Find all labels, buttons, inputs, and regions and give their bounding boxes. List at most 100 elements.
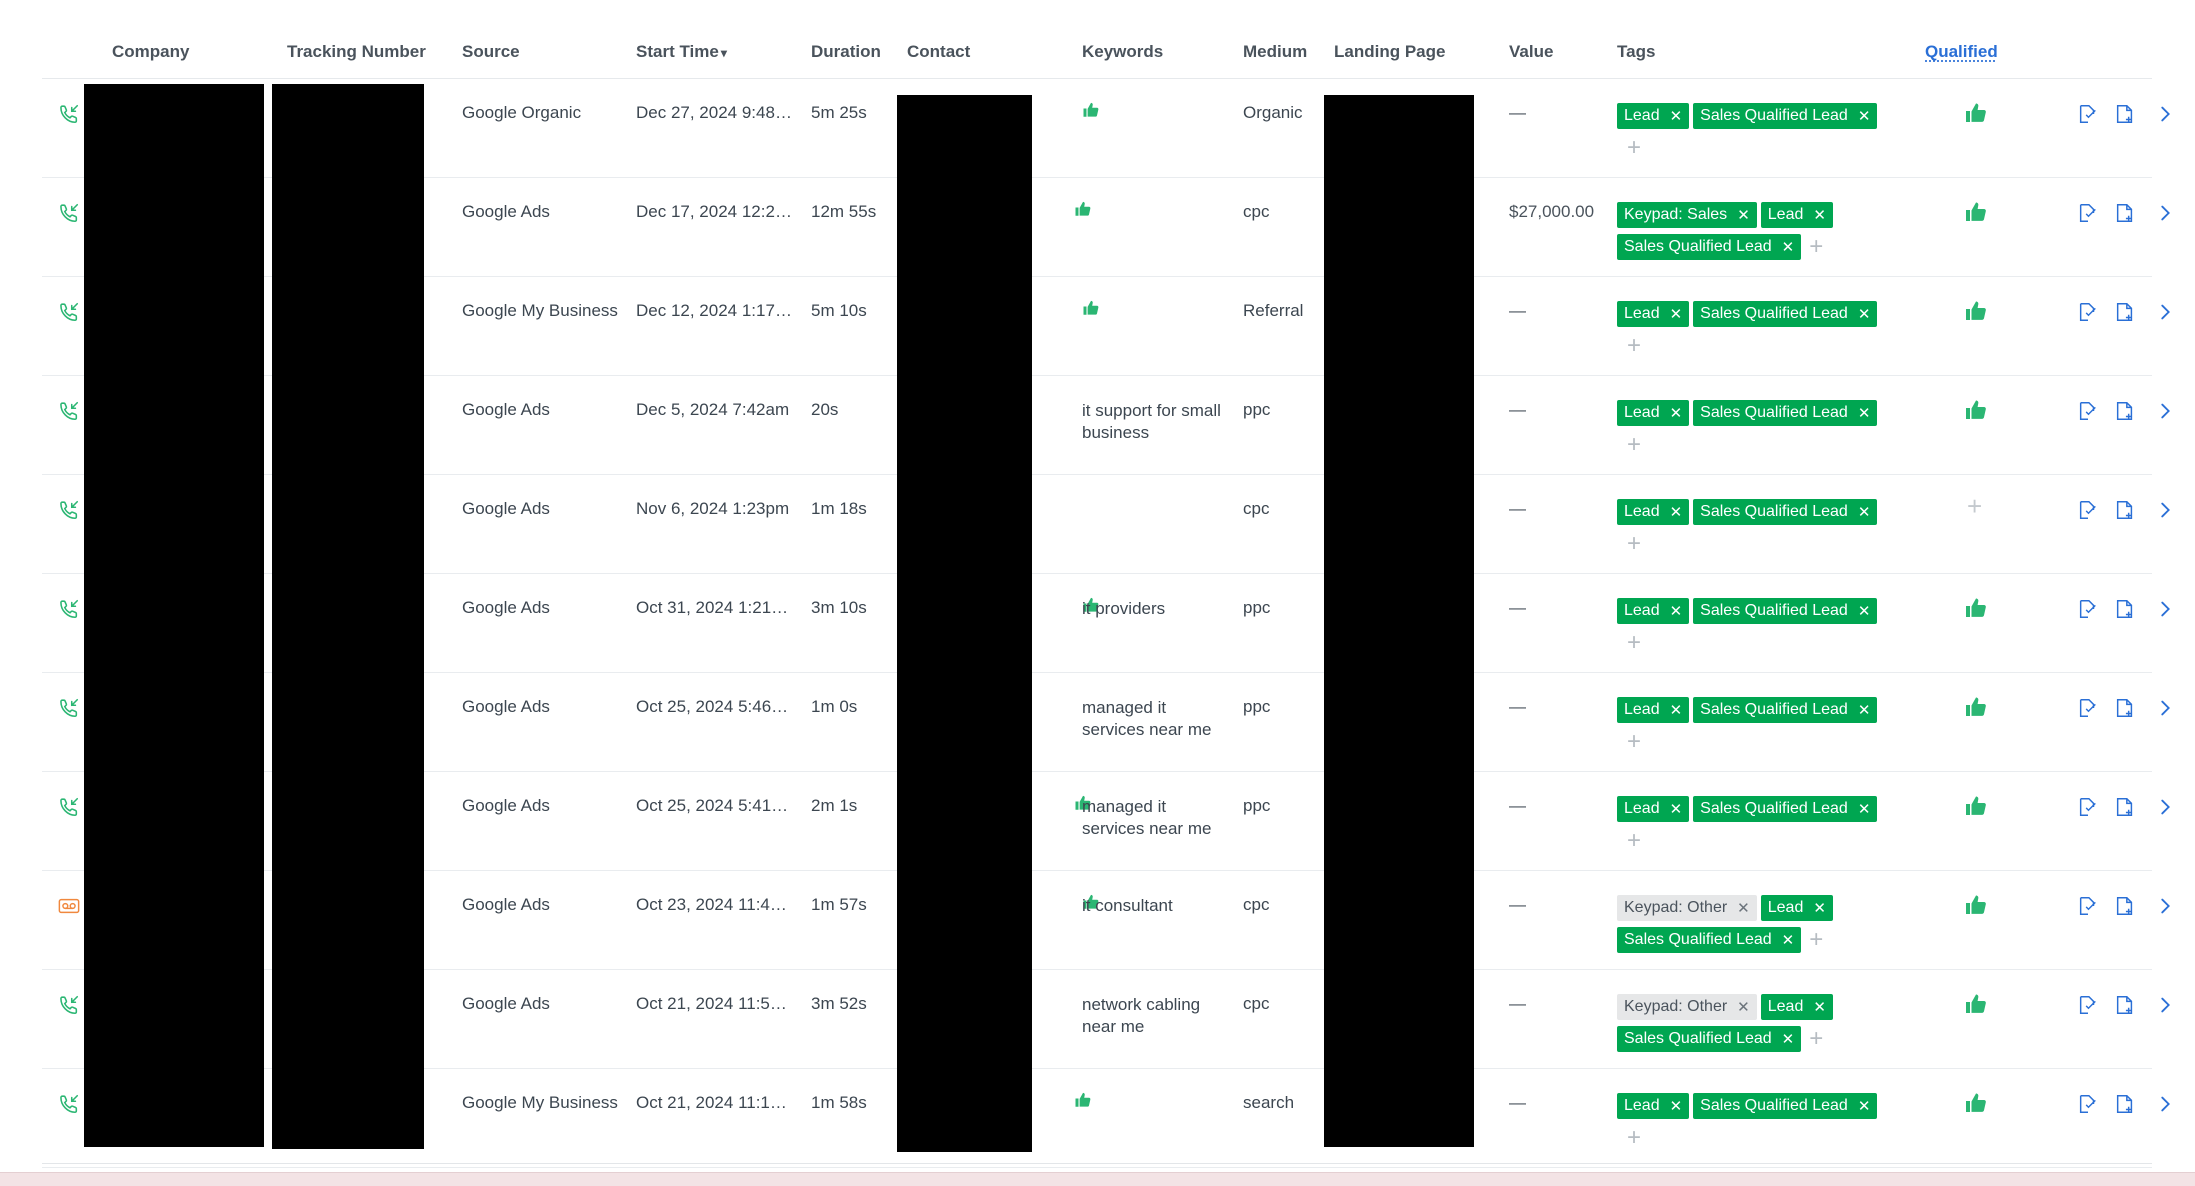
chevron-right-icon[interactable] [2154, 697, 2176, 719]
remove-tag-icon[interactable]: ✕ [1858, 503, 1871, 521]
remove-tag-icon[interactable]: ✕ [1858, 305, 1871, 323]
note-add-icon[interactable] [2114, 796, 2136, 818]
call-answered-icon[interactable] [58, 994, 80, 1016]
chevron-right-icon[interactable] [2154, 895, 2176, 917]
add-tag-icon[interactable]: + [1627, 432, 1907, 458]
edit-icon[interactable] [2077, 796, 2099, 818]
edit-icon[interactable] [2077, 202, 2099, 224]
remove-tag-icon[interactable]: ✕ [1858, 404, 1871, 422]
edit-icon[interactable] [2077, 994, 2099, 1016]
tag-chip[interactable]: Lead ✕ [1617, 697, 1690, 723]
note-add-icon[interactable] [2114, 895, 2136, 917]
edit-icon[interactable] [2077, 895, 2099, 917]
note-add-icon[interactable] [2114, 301, 2136, 323]
col-medium[interactable]: Medium [1243, 42, 1307, 62]
call-answered-icon[interactable] [58, 598, 80, 620]
remove-tag-icon[interactable]: ✕ [1813, 998, 1826, 1016]
edit-icon[interactable] [2077, 499, 2099, 521]
qualified-thumbs-up-icon[interactable] [1964, 695, 1988, 719]
tag-chip[interactable]: Lead ✕ [1617, 400, 1690, 426]
chevron-right-icon[interactable] [2154, 1093, 2176, 1115]
edit-icon[interactable] [2077, 400, 2099, 422]
call-answered-icon[interactable] [58, 400, 80, 422]
edit-icon[interactable] [2077, 103, 2099, 125]
add-tag-icon[interactable]: + [1809, 1026, 1823, 1052]
remove-tag-icon[interactable]: ✕ [1670, 602, 1683, 620]
note-add-icon[interactable] [2114, 697, 2136, 719]
add-tag-icon[interactable]: + [1627, 333, 1907, 359]
add-tag-icon[interactable]: + [1627, 1125, 1907, 1151]
remove-tag-icon[interactable]: ✕ [1858, 1097, 1871, 1115]
qualified-thumbs-up-icon[interactable] [1964, 101, 1988, 125]
call-answered-icon[interactable] [58, 202, 80, 224]
add-tag-icon[interactable]: + [1627, 729, 1907, 755]
edit-icon[interactable] [2077, 301, 2099, 323]
chevron-right-icon[interactable] [2154, 598, 2176, 620]
tag-chip[interactable]: Lead ✕ [1760, 994, 1833, 1020]
tag-chip[interactable]: Lead ✕ [1760, 202, 1833, 228]
remove-tag-icon[interactable]: ✕ [1858, 701, 1871, 719]
qualified-thumbs-up-icon[interactable] [1964, 299, 1988, 323]
col-company[interactable]: Company [112, 42, 189, 62]
call-answered-icon[interactable] [58, 103, 80, 125]
col-start-time[interactable]: Start Time ▾ [636, 42, 727, 62]
tag-chip[interactable]: Sales Qualified Lead ✕ [1693, 796, 1878, 822]
col-source[interactable]: Source [462, 42, 520, 62]
tag-chip[interactable]: Lead ✕ [1617, 103, 1690, 129]
add-tag-icon[interactable]: + [1627, 630, 1907, 656]
remove-tag-icon[interactable]: ✕ [1670, 107, 1683, 125]
tag-chip[interactable]: Lead ✕ [1617, 301, 1690, 327]
tag-chip[interactable]: Keypad: Other ✕ [1617, 994, 1757, 1020]
tag-chip[interactable]: Sales Qualified Lead ✕ [1693, 499, 1878, 525]
qualified-thumbs-up-icon[interactable] [1964, 992, 1988, 1016]
remove-tag-icon[interactable]: ✕ [1737, 206, 1750, 224]
edit-icon[interactable] [2077, 697, 2099, 719]
add-tag-icon[interactable]: + [1809, 234, 1823, 260]
col-qualified[interactable]: Qualified [1925, 42, 1998, 62]
remove-tag-icon[interactable]: ✕ [1813, 899, 1826, 917]
col-keywords[interactable]: Keywords [1082, 42, 1163, 62]
voicemail-icon[interactable] [58, 895, 80, 917]
add-tag-icon[interactable]: + [1627, 828, 1907, 854]
edit-icon[interactable] [2077, 1093, 2099, 1115]
add-tag-icon[interactable]: + [1627, 135, 1907, 161]
call-answered-icon[interactable] [58, 796, 80, 818]
call-answered-icon[interactable] [58, 1093, 80, 1115]
col-tags[interactable]: Tags [1617, 42, 1655, 62]
note-add-icon[interactable] [2114, 499, 2136, 521]
call-answered-icon[interactable] [58, 697, 80, 719]
remove-tag-icon[interactable]: ✕ [1670, 404, 1683, 422]
tag-chip[interactable]: Sales Qualified Lead ✕ [1693, 103, 1878, 129]
note-add-icon[interactable] [2114, 994, 2136, 1016]
add-tag-icon[interactable]: + [1809, 927, 1823, 953]
col-value[interactable]: Value [1509, 42, 1553, 62]
tag-chip[interactable]: Sales Qualified Lead ✕ [1617, 927, 1802, 953]
remove-tag-icon[interactable]: ✕ [1782, 931, 1795, 949]
tag-chip[interactable]: Keypad: Other ✕ [1617, 895, 1757, 921]
remove-tag-icon[interactable]: ✕ [1670, 1097, 1683, 1115]
sort-desc-icon[interactable]: ▾ [721, 46, 727, 60]
remove-tag-icon[interactable]: ✕ [1670, 305, 1683, 323]
chevron-right-icon[interactable] [2154, 994, 2176, 1016]
remove-tag-icon[interactable]: ✕ [1670, 503, 1683, 521]
tag-chip[interactable]: Lead ✕ [1760, 895, 1833, 921]
add-tag-icon[interactable]: + [1627, 531, 1907, 557]
qualified-thumbs-up-icon[interactable] [1964, 794, 1988, 818]
tag-chip[interactable]: Sales Qualified Lead ✕ [1693, 697, 1878, 723]
note-add-icon[interactable] [2114, 103, 2136, 125]
call-answered-icon[interactable] [58, 499, 80, 521]
remove-tag-icon[interactable]: ✕ [1813, 206, 1826, 224]
col-contact[interactable]: Contact [907, 42, 970, 62]
qualified-thumbs-up-icon[interactable] [1964, 398, 1988, 422]
col-duration[interactable]: Duration [811, 42, 881, 62]
note-add-icon[interactable] [2114, 400, 2136, 422]
tag-chip[interactable]: Sales Qualified Lead ✕ [1693, 598, 1878, 624]
remove-tag-icon[interactable]: ✕ [1782, 238, 1795, 256]
tag-chip[interactable]: Sales Qualified Lead ✕ [1693, 301, 1878, 327]
col-landing-page[interactable]: Landing Page [1334, 42, 1445, 62]
tag-chip[interactable]: Lead ✕ [1617, 1093, 1690, 1119]
chevron-right-icon[interactable] [2154, 499, 2176, 521]
remove-tag-icon[interactable]: ✕ [1737, 998, 1750, 1016]
qualified-thumbs-up-icon[interactable] [1964, 893, 1988, 917]
chevron-right-icon[interactable] [2154, 301, 2176, 323]
